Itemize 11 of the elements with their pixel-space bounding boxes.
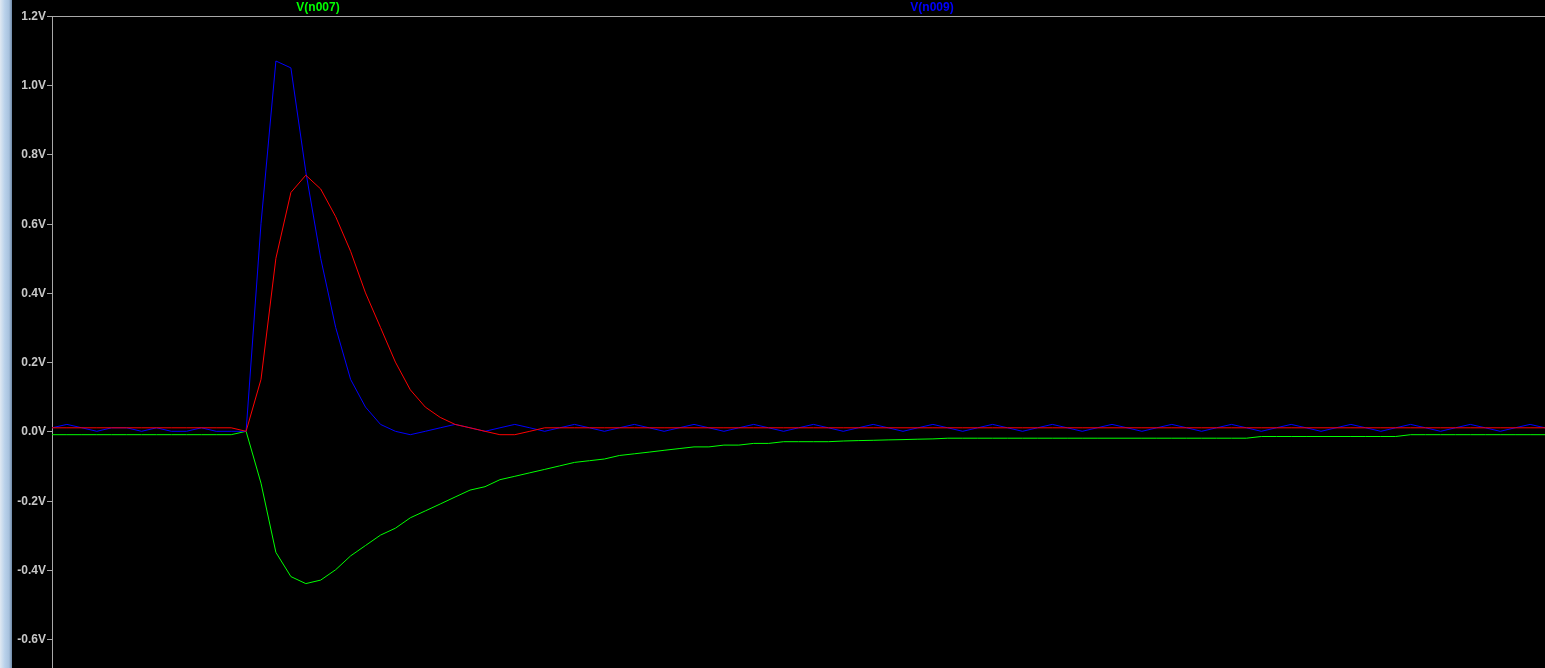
axis-label: -0.6V	[17, 631, 46, 646]
axis-label: 1.2V	[21, 9, 46, 23]
axis-label: 0.2V	[21, 355, 46, 370]
axis-label: 0.8V	[21, 147, 46, 162]
axis-label: 0.0V	[21, 424, 46, 439]
axis-label: -0.2V	[17, 493, 46, 508]
axis-label: 1.0V	[21, 78, 46, 93]
axis-label: -0.4V	[17, 562, 46, 577]
trace-label[interactable]: V(n007)	[296, 0, 340, 14]
axis-label: 0.4V	[21, 285, 46, 300]
axis-label: 0.6V	[21, 216, 46, 231]
